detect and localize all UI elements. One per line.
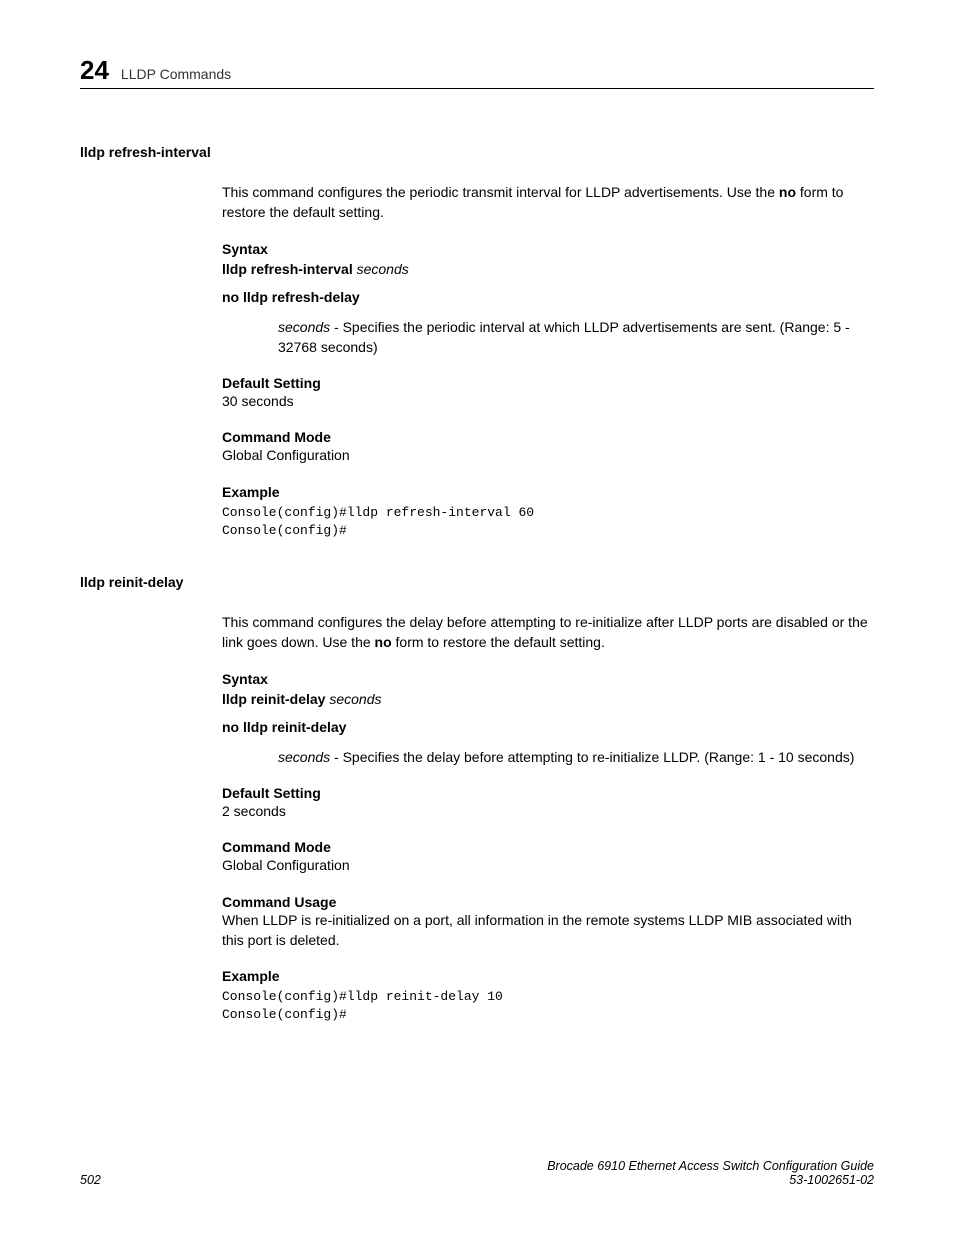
command-usage-label: Command Usage (222, 894, 874, 910)
command-description: This command configures the delay before… (222, 612, 874, 653)
footer-doc-number: 53-1002651-02 (547, 1173, 874, 1187)
example-label: Example (222, 484, 874, 500)
default-setting-block: Default Setting 30 seconds (222, 375, 874, 411)
page-content: 24 LLDP Commands lldp refresh-interval T… (0, 0, 954, 1025)
command-body-reinit-delay: This command configures the delay before… (222, 612, 874, 1024)
example-code: Console(config)#lldp reinit-delay 10 Con… (222, 988, 874, 1024)
syntax-param: seconds - Specifies the delay before att… (278, 747, 874, 767)
command-mode-value: Global Configuration (222, 855, 874, 875)
command-usage-block: Command Usage When LLDP is re-initialize… (222, 894, 874, 951)
syntax-label: Syntax (222, 671, 874, 687)
default-setting-label: Default Setting (222, 375, 874, 391)
command-description: This command configures the periodic tra… (222, 182, 874, 223)
command-heading-reinit-delay: lldp reinit-delay (80, 574, 874, 590)
syntax-line: lldp refresh-interval seconds (222, 261, 874, 277)
command-usage-text: When LLDP is re-initialized on a port, a… (222, 910, 874, 951)
syntax-param: seconds - Specifies the periodic interva… (278, 317, 874, 358)
page-footer: 502 Brocade 6910 Ethernet Access Switch … (80, 1159, 874, 1187)
command-heading-refresh-interval: lldp refresh-interval (80, 144, 874, 160)
default-setting-value: 2 seconds (222, 801, 874, 821)
footer-doc-title: Brocade 6910 Ethernet Access Switch Conf… (547, 1159, 874, 1173)
command-mode-block: Command Mode Global Configuration (222, 839, 874, 875)
command-mode-label: Command Mode (222, 839, 874, 855)
command-mode-value: Global Configuration (222, 445, 874, 465)
command-mode-block: Command Mode Global Configuration (222, 429, 874, 465)
default-setting-label: Default Setting (222, 785, 874, 801)
example-block: Example Console(config)#lldp reinit-dela… (222, 968, 874, 1024)
syntax-label: Syntax (222, 241, 874, 257)
syntax-block: Syntax lldp refresh-interval seconds no … (222, 241, 874, 358)
command-body-refresh-interval: This command configures the periodic tra… (222, 182, 874, 540)
chapter-number: 24 (80, 55, 109, 86)
default-setting-block: Default Setting 2 seconds (222, 785, 874, 821)
chapter-title: LLDP Commands (121, 66, 231, 82)
syntax-line: lldp reinit-delay seconds (222, 691, 874, 707)
example-code: Console(config)#lldp refresh-interval 60… (222, 504, 874, 540)
syntax-no-form: no lldp reinit-delay (222, 719, 874, 735)
page-number: 502 (80, 1173, 101, 1187)
page-header: 24 LLDP Commands (80, 55, 874, 89)
example-label: Example (222, 968, 874, 984)
syntax-block: Syntax lldp reinit-delay seconds no lldp… (222, 671, 874, 767)
syntax-no-form: no lldp refresh-delay (222, 289, 874, 305)
default-setting-value: 30 seconds (222, 391, 874, 411)
footer-doc-info: Brocade 6910 Ethernet Access Switch Conf… (547, 1159, 874, 1187)
command-mode-label: Command Mode (222, 429, 874, 445)
example-block: Example Console(config)#lldp refresh-int… (222, 484, 874, 540)
